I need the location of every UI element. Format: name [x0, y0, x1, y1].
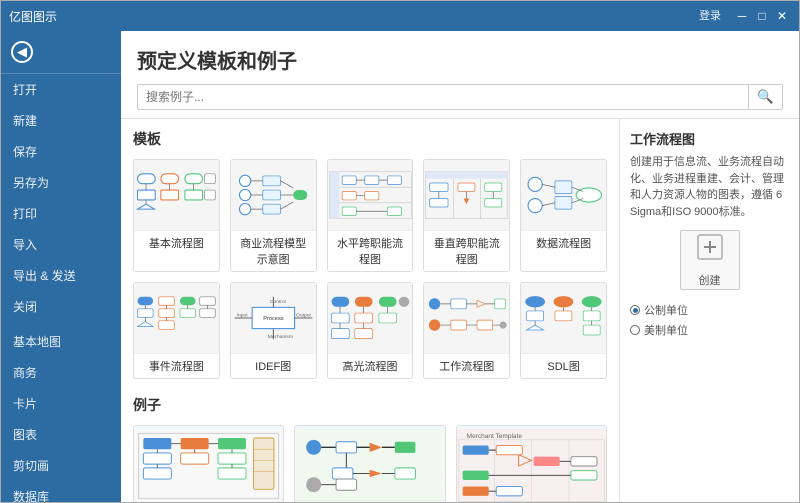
- template-img-event-flow: [134, 283, 219, 353]
- app-body: ◀ 打开 新建 保存 另存为 打印 导入 导出 & 发送 关闭 基本地图 商务 …: [1, 31, 799, 502]
- example-card-2[interactable]: [294, 425, 445, 502]
- template-img-sdl: [521, 283, 606, 353]
- content-area: 模板: [121, 119, 799, 502]
- sidebar-item-import[interactable]: 导入: [1, 229, 121, 260]
- radio-metric-icon: [630, 305, 640, 315]
- template-label-event-flow: 事件流程图: [134, 353, 219, 378]
- main-header: 预定义模板和例子 🔍: [121, 31, 799, 119]
- template-grid: 基本流程图: [133, 159, 607, 379]
- sidebar-item-export[interactable]: 导出 & 发送: [1, 260, 121, 291]
- minimize-button[interactable]: ─: [733, 7, 751, 25]
- template-label-swimlane-v: 垂直跨职能流程图: [424, 230, 509, 271]
- svg-text:Process: Process: [263, 316, 284, 322]
- template-img-basic-flow: [134, 160, 219, 230]
- sidebar-item-business[interactable]: 商务: [1, 357, 121, 388]
- app-window: 亿图图示 登录 ─ □ ✕ ◀ 打开 新建 保存 另存为 打印 导入 导出 & …: [0, 0, 800, 503]
- sidebar-item-open[interactable]: 打开: [1, 74, 121, 105]
- search-input[interactable]: [138, 86, 748, 108]
- preview-section: 工作流程图 创建用于信息流、业务流程自动化、业务进程重建、会计、管理和人力资源人…: [630, 129, 789, 220]
- main-content: 预定义模板和例子 🔍 模板: [121, 31, 799, 502]
- example-img-3: Merchant Template: [457, 426, 606, 502]
- template-img-data-flow: [521, 160, 606, 230]
- template-img-swimlane-v: [424, 160, 509, 230]
- template-card-basic-flow[interactable]: 基本流程图: [133, 159, 220, 272]
- title-bar: 亿图图示 登录 ─ □ ✕: [1, 1, 799, 31]
- template-label-work-flow: 工作流程图: [424, 353, 509, 378]
- example-card-1[interactable]: [133, 425, 284, 502]
- template-card-event-flow[interactable]: 事件流程图: [133, 282, 220, 379]
- create-button[interactable]: 创建: [680, 230, 740, 290]
- template-img-swimlane-h: [328, 160, 413, 230]
- templates-section-title: 模板: [133, 129, 607, 149]
- maximize-button[interactable]: □: [753, 7, 771, 25]
- template-card-work-flow[interactable]: 工作流程图: [423, 282, 510, 379]
- sidebar-item-card[interactable]: 卡片: [1, 388, 121, 419]
- template-img-work-flow: [424, 283, 509, 353]
- page-title: 预定义模板和例子: [137, 45, 783, 74]
- template-card-idef[interactable]: Process Input Output Control Mechanism: [230, 282, 317, 379]
- close-button[interactable]: ✕: [773, 7, 791, 25]
- create-label: 创建: [699, 272, 721, 288]
- template-label-idef: IDEF图: [231, 353, 316, 378]
- back-arrow-icon: ◀: [11, 41, 33, 63]
- sidebar-item-print[interactable]: 打印: [1, 198, 121, 229]
- search-button[interactable]: 🔍: [748, 85, 782, 109]
- example-grid: Merchant Template: [133, 425, 607, 502]
- radio-imperial-icon: [630, 325, 640, 335]
- create-icon: [696, 233, 724, 268]
- template-img-highlight-flow: [328, 283, 413, 353]
- examples-section-title: 例子: [133, 395, 607, 415]
- svg-text:Mechanism: Mechanism: [268, 334, 293, 340]
- example-img-1: [134, 426, 283, 502]
- preview-title: 工作流程图: [630, 129, 789, 148]
- back-button[interactable]: ◀: [1, 31, 121, 74]
- unit-imperial-label: 美制单位: [644, 322, 688, 338]
- template-img-idef: Process Input Output Control Mechanism: [231, 283, 316, 353]
- template-label-data-flow: 数据流程图: [521, 230, 606, 255]
- template-label-sdl: SDL图: [521, 353, 606, 378]
- unit-options: 公制单位 美制单位: [630, 300, 789, 340]
- sidebar-item-chart[interactable]: 图表: [1, 419, 121, 450]
- unit-metric-label: 公制单位: [644, 302, 688, 318]
- right-panel: 工作流程图 创建用于信息流、业务流程自动化、业务进程重建、会计、管理和人力资源人…: [619, 119, 799, 502]
- template-card-sdl[interactable]: SDL图: [520, 282, 607, 379]
- svg-text:Merchant Template: Merchant Template: [466, 433, 522, 440]
- unit-imperial[interactable]: 美制单位: [630, 320, 789, 340]
- template-label-business-flow: 商业流程模型示意图: [231, 230, 316, 271]
- svg-text:Input: Input: [236, 313, 248, 319]
- login-link[interactable]: 登录: [699, 7, 721, 25]
- template-card-swimlane-h[interactable]: 水平跨职能流程图: [327, 159, 414, 272]
- template-label-swimlane-h: 水平跨职能流程图: [328, 230, 413, 271]
- sidebar-item-save[interactable]: 保存: [1, 136, 121, 167]
- sidebar-item-new[interactable]: 新建: [1, 105, 121, 136]
- template-label-highlight-flow: 高光流程图: [328, 353, 413, 378]
- sidebar-item-close[interactable]: 关闭: [1, 291, 121, 322]
- template-card-data-flow[interactable]: 数据流程图: [520, 159, 607, 272]
- sidebar-item-saveas[interactable]: 另存为: [1, 167, 121, 198]
- svg-text:Output: Output: [296, 313, 311, 319]
- sidebar-item-database[interactable]: 数据库: [1, 481, 121, 502]
- template-card-highlight-flow[interactable]: 高光流程图: [327, 282, 414, 379]
- sidebar-item-basicmap[interactable]: 基本地图: [1, 326, 121, 357]
- template-card-swimlane-v[interactable]: 垂直跨职能流程图: [423, 159, 510, 272]
- title-bar-left: 亿图图示: [9, 8, 57, 25]
- title-bar-controls: 登录 ─ □ ✕: [699, 7, 791, 25]
- sidebar: ◀ 打开 新建 保存 另存为 打印 导入 导出 & 发送 关闭 基本地图 商务 …: [1, 31, 121, 502]
- search-bar: 🔍: [137, 84, 783, 110]
- template-card-business-flow[interactable]: 商业流程模型示意图: [230, 159, 317, 272]
- example-img-2: [295, 426, 444, 502]
- svg-text:Control: Control: [270, 299, 286, 305]
- app-title: 亿图图示: [9, 8, 57, 25]
- templates-panel: 模板: [121, 119, 619, 502]
- template-label-basic-flow: 基本流程图: [134, 230, 219, 255]
- sidebar-item-mindmap[interactable]: 剪切画: [1, 450, 121, 481]
- example-card-3[interactable]: Merchant Template: [456, 425, 607, 502]
- template-img-business-flow: [231, 160, 316, 230]
- preview-description: 创建用于信息流、业务流程自动化、业务进程重建、会计、管理和人力资源人物的图表，遵…: [630, 154, 789, 220]
- unit-metric[interactable]: 公制单位: [630, 300, 789, 320]
